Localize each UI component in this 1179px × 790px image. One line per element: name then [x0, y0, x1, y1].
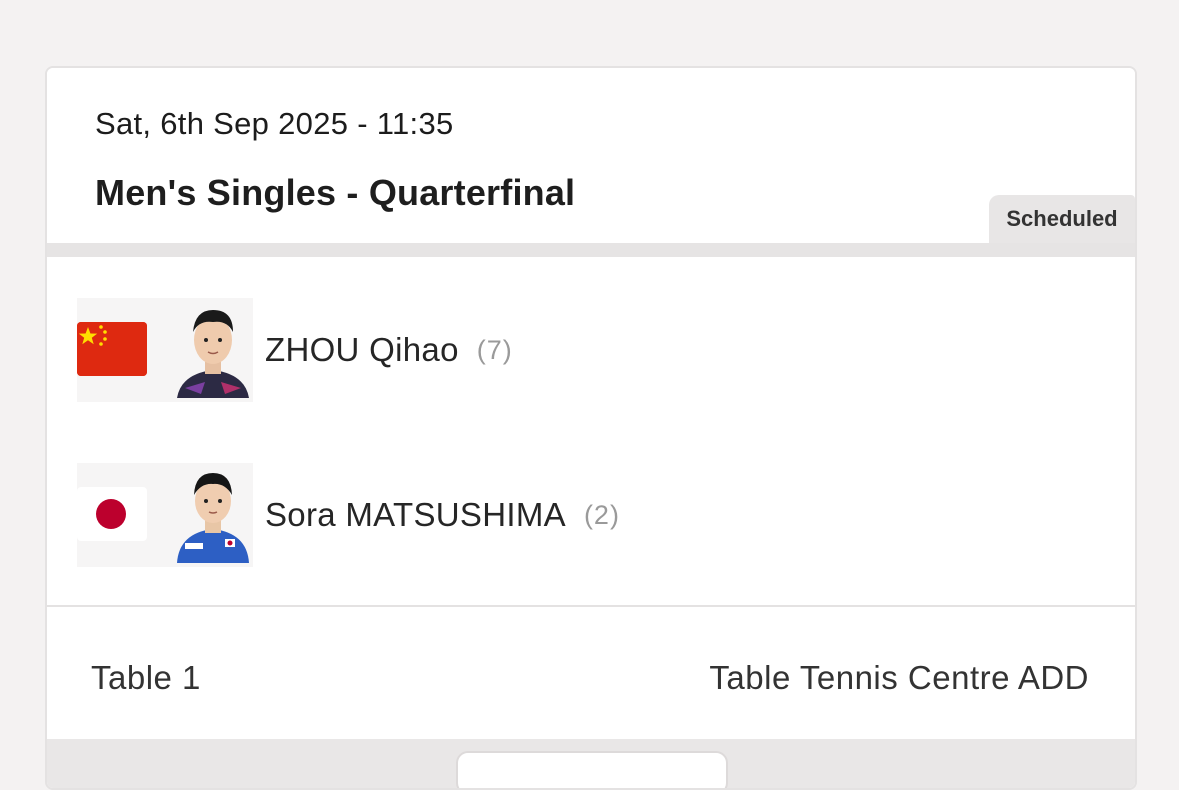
match-card[interactable]: Sat, 6th Sep 2025 - 11:35 Men's Singles … — [45, 66, 1137, 790]
player-2-media — [77, 463, 253, 567]
player-1-avatar — [175, 302, 251, 398]
match-footer: Table 1 Table Tennis Centre ADD — [47, 607, 1135, 739]
match-datetime: Sat, 6th Sep 2025 - 11:35 — [95, 106, 454, 141]
player-row-2[interactable]: Sora MATSUSHIMA (2) — [77, 462, 1077, 568]
bottom-tab-button[interactable] — [456, 751, 728, 788]
players-section: ZHOU Qihao (7) Sora MATSUSHIMA (2) — [47, 257, 1135, 605]
player-1-media — [77, 298, 253, 402]
china-flag-icon — [77, 322, 147, 376]
player-2-seed: (2) — [583, 499, 620, 530]
event-title: Men's Singles - Quarterfinal — [95, 172, 576, 213]
player-1-name[interactable]: ZHOU Qihao — [265, 331, 459, 369]
header-divider — [47, 243, 1135, 257]
bottom-band — [47, 739, 1135, 788]
player-1-seed: (7) — [476, 334, 513, 365]
venue-label: Table Tennis Centre ADD — [709, 659, 1089, 696]
table-label: Table 1 — [91, 659, 201, 696]
match-header: Sat, 6th Sep 2025 - 11:35 Men's Singles … — [47, 68, 1135, 244]
player-row-1[interactable]: ZHOU Qihao (7) — [77, 297, 1077, 403]
player-2-name[interactable]: Sora MATSUSHIMA — [265, 496, 566, 534]
japan-flag-icon — [77, 487, 147, 541]
player-2-avatar — [175, 467, 251, 563]
status-badge: Scheduled — [989, 195, 1135, 243]
